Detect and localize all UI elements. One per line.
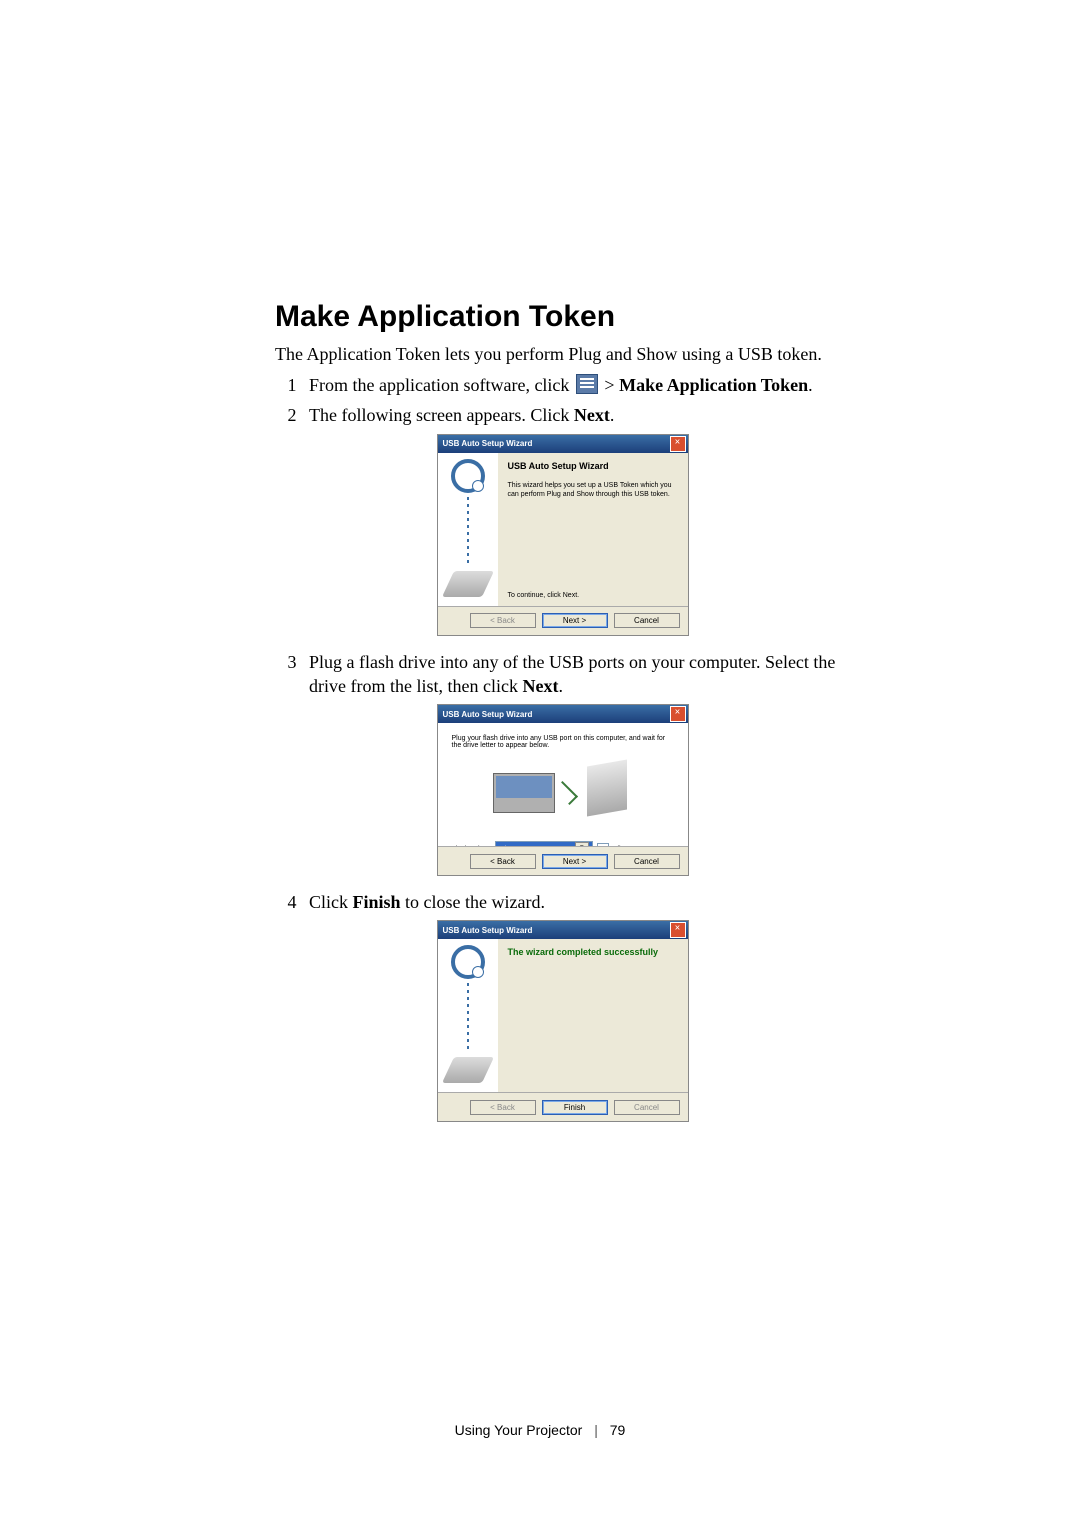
step-3: 3 Plug a flash drive into any of the USB… [275,650,850,699]
arrow-icon [553,781,577,805]
cancel-button[interactable]: Cancel [614,613,680,628]
close-icon[interactable]: × [670,436,686,452]
intro-text: The Application Token lets you perform P… [275,344,850,365]
wizard-complete-text: The wizard completed successfully [508,947,678,957]
wizard-titlebar: USB Auto Setup Wizard × [438,921,688,939]
wizard-button-row: < Back Finish Cancel [438,1092,688,1121]
step1-tail: . [808,375,813,395]
cancel-button[interactable]: Cancel [614,854,680,869]
next-button[interactable]: Next > [542,613,608,628]
wizard-step-desc: Plug your flash drive into any USB port … [452,735,674,749]
step4-pre: Click [309,892,353,912]
step2-pre: The following screen appears. Click [309,405,574,425]
wizard-button-row: < Back Next > Cancel [438,606,688,635]
usb-drive-icon [587,760,627,817]
step2-tail: . [610,405,615,425]
back-button: < Back [470,1100,536,1115]
usb-drive-icon [441,571,493,597]
finish-button[interactable]: Finish [542,1100,608,1115]
wizard-title: USB Auto Setup Wizard [440,439,533,448]
step1-bold: Make Application Token [619,375,808,395]
wizard-rightpane: The wizard completed successfully [498,939,688,1093]
page-footer: Using Your Projector | 79 [0,1422,1080,1438]
step-number: 1 [275,373,309,397]
gear-icon [451,945,485,979]
cancel-button: Cancel [614,1100,680,1115]
wizard-titlebar: USB Auto Setup Wizard × [438,705,688,723]
step2-bold: Next [574,405,610,425]
wizard-step-desc: This wizard helps you set up a USB Token… [508,481,678,499]
wizard-rightpane: USB Auto Setup Wizard This wizard helps … [498,453,688,607]
close-icon[interactable]: × [670,706,686,722]
wizard-continue-text: To continue, click Next. [508,592,580,599]
wizard-button-row: < Back Next > Cancel [438,846,688,875]
menu-icon [576,374,598,394]
footer-separator: | [594,1422,598,1438]
next-button[interactable]: Next > [542,854,608,869]
wizard-screenshot-1: USB Auto Setup Wizard × USB Auto Setup W… [437,434,689,636]
footer-page-number: 79 [610,1422,626,1438]
footer-section: Using Your Projector [455,1422,583,1438]
wizard-screenshot-2: USB Auto Setup Wizard × Plug your flash … [437,704,689,876]
laptop-usb-graphic [483,763,643,823]
step3-tail: . [558,676,563,696]
step3-pre: Plug a flash drive into any of the USB p… [309,652,835,696]
step-number: 3 [275,650,309,699]
dots-icon [467,497,469,567]
wizard-screenshot-3: USB Auto Setup Wizard × The wizard compl… [437,920,689,1122]
step-1: 1 From the application software, click >… [275,373,850,397]
wizard-titlebar: USB Auto Setup Wizard × [438,435,688,453]
section-heading: Make Application Token [275,300,850,334]
step1-pre: From the application software, click [309,375,574,395]
step-number: 4 [275,890,309,914]
wizard-step-heading: USB Auto Setup Wizard [508,461,678,471]
step4-tail: to close the wizard. [401,892,545,912]
wizard-body: Plug your flash drive into any USB port … [438,723,688,847]
step-4: 4 Click Finish to close the wizard. [275,890,850,914]
step1-post: > [604,375,619,395]
wizard-leftpane [438,939,498,1093]
close-icon[interactable]: × [670,922,686,938]
dots-icon [467,983,469,1053]
step3-bold: Next [522,676,558,696]
wizard-title: USB Auto Setup Wizard [440,926,533,935]
wizard-title: USB Auto Setup Wizard [440,710,533,719]
wizard-leftpane [438,453,498,607]
back-button[interactable]: < Back [470,854,536,869]
step4-bold: Finish [353,892,401,912]
laptop-icon [493,773,555,813]
gear-icon [451,459,485,493]
step-number: 2 [275,403,309,427]
back-button: < Back [470,613,536,628]
step-2: 2 The following screen appears. Click Ne… [275,403,850,427]
usb-drive-icon [441,1057,493,1083]
